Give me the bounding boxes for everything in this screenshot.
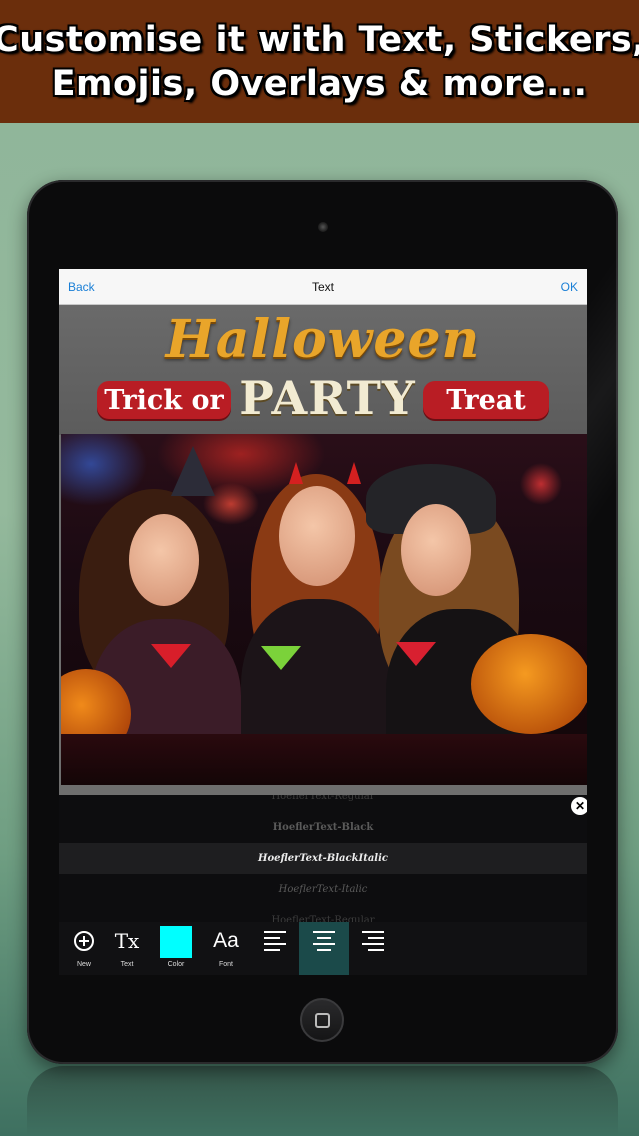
devil-horn-left — [289, 462, 303, 484]
color-button[interactable]: Color — [151, 922, 201, 975]
poster-right-pill: Treat — [423, 381, 549, 419]
poster-header: Halloween Trick or PARTY Treat — [59, 305, 587, 435]
font-option[interactable]: HoeflerText-Black — [59, 812, 587, 843]
align-right-button[interactable] — [348, 922, 398, 975]
align-left-icon — [264, 922, 286, 960]
table-surface — [61, 734, 587, 785]
color-swatch — [160, 926, 192, 958]
font-button[interactable]: Aa Font — [201, 922, 251, 975]
canvas-bottom-edge — [59, 785, 587, 795]
align-right-icon — [362, 922, 384, 960]
font-option[interactable]: HoeflerText-Italic — [59, 874, 587, 905]
person-middle-face — [279, 486, 355, 586]
text-button[interactable]: Tx Text — [102, 922, 152, 975]
person-right-face — [401, 504, 471, 596]
party-hat — [171, 446, 215, 496]
screen-title: Text — [311, 279, 334, 294]
text-toolbar: New Tx Text Color Aa Font — [59, 922, 587, 975]
home-square-icon — [314, 1012, 330, 1028]
text-format-icon: Tx — [114, 929, 140, 953]
ok-button[interactable]: OK — [561, 280, 578, 294]
editing-canvas[interactable]: Halloween Trick or PARTY Treat — [59, 305, 587, 795]
font-option[interactable]: HoeflerText-Regular — [59, 905, 587, 922]
font-option[interactable]: HoeflerText-Regular — [59, 795, 587, 812]
text-label: Text — [120, 961, 134, 968]
party-photo — [61, 434, 587, 785]
align-center-icon — [313, 922, 335, 960]
font-picker[interactable]: HoeflerText-Regular HoeflerText-Black Ho… — [59, 795, 587, 922]
poster-center-word: PARTY — [239, 371, 416, 425]
banner-headline-line-1: Customise it with Text, Stickers, — [0, 19, 639, 60]
new-label: New — [76, 961, 91, 968]
pumpkin-right — [471, 634, 587, 734]
close-icon[interactable]: ✕ — [571, 797, 587, 815]
app-screen: Back Text OK Halloween Trick or PARTY Tr… — [59, 269, 587, 975]
banner-headline-line-2: Emojis, Overlays & more... — [51, 63, 588, 104]
color-label: Color — [167, 961, 185, 968]
front-camera — [318, 222, 328, 232]
home-button[interactable] — [300, 998, 344, 1042]
align-center-button[interactable] — [299, 922, 349, 975]
align-left-button[interactable] — [250, 922, 300, 975]
font-icon: Aa — [213, 929, 239, 952]
devil-horn-right — [347, 462, 361, 484]
person-left-face — [129, 514, 199, 606]
cocktail-glass-middle — [261, 646, 301, 670]
plus-circle-icon — [73, 922, 95, 960]
font-option-selected[interactable]: HoeflerText-BlackItalic — [59, 843, 587, 874]
font-label: Font — [218, 961, 233, 968]
poster-title: Halloween — [165, 309, 481, 370]
cocktail-glass-left — [151, 644, 191, 668]
cocktail-glass-right — [396, 642, 436, 666]
navigation-bar: Back Text OK — [59, 269, 587, 305]
back-button[interactable]: Back — [68, 280, 95, 294]
promo-banner: Customise it with Text, Stickers, Emojis… — [0, 0, 639, 123]
poster-left-pill: Trick or — [97, 381, 231, 419]
tablet-reflection — [27, 1066, 618, 1136]
